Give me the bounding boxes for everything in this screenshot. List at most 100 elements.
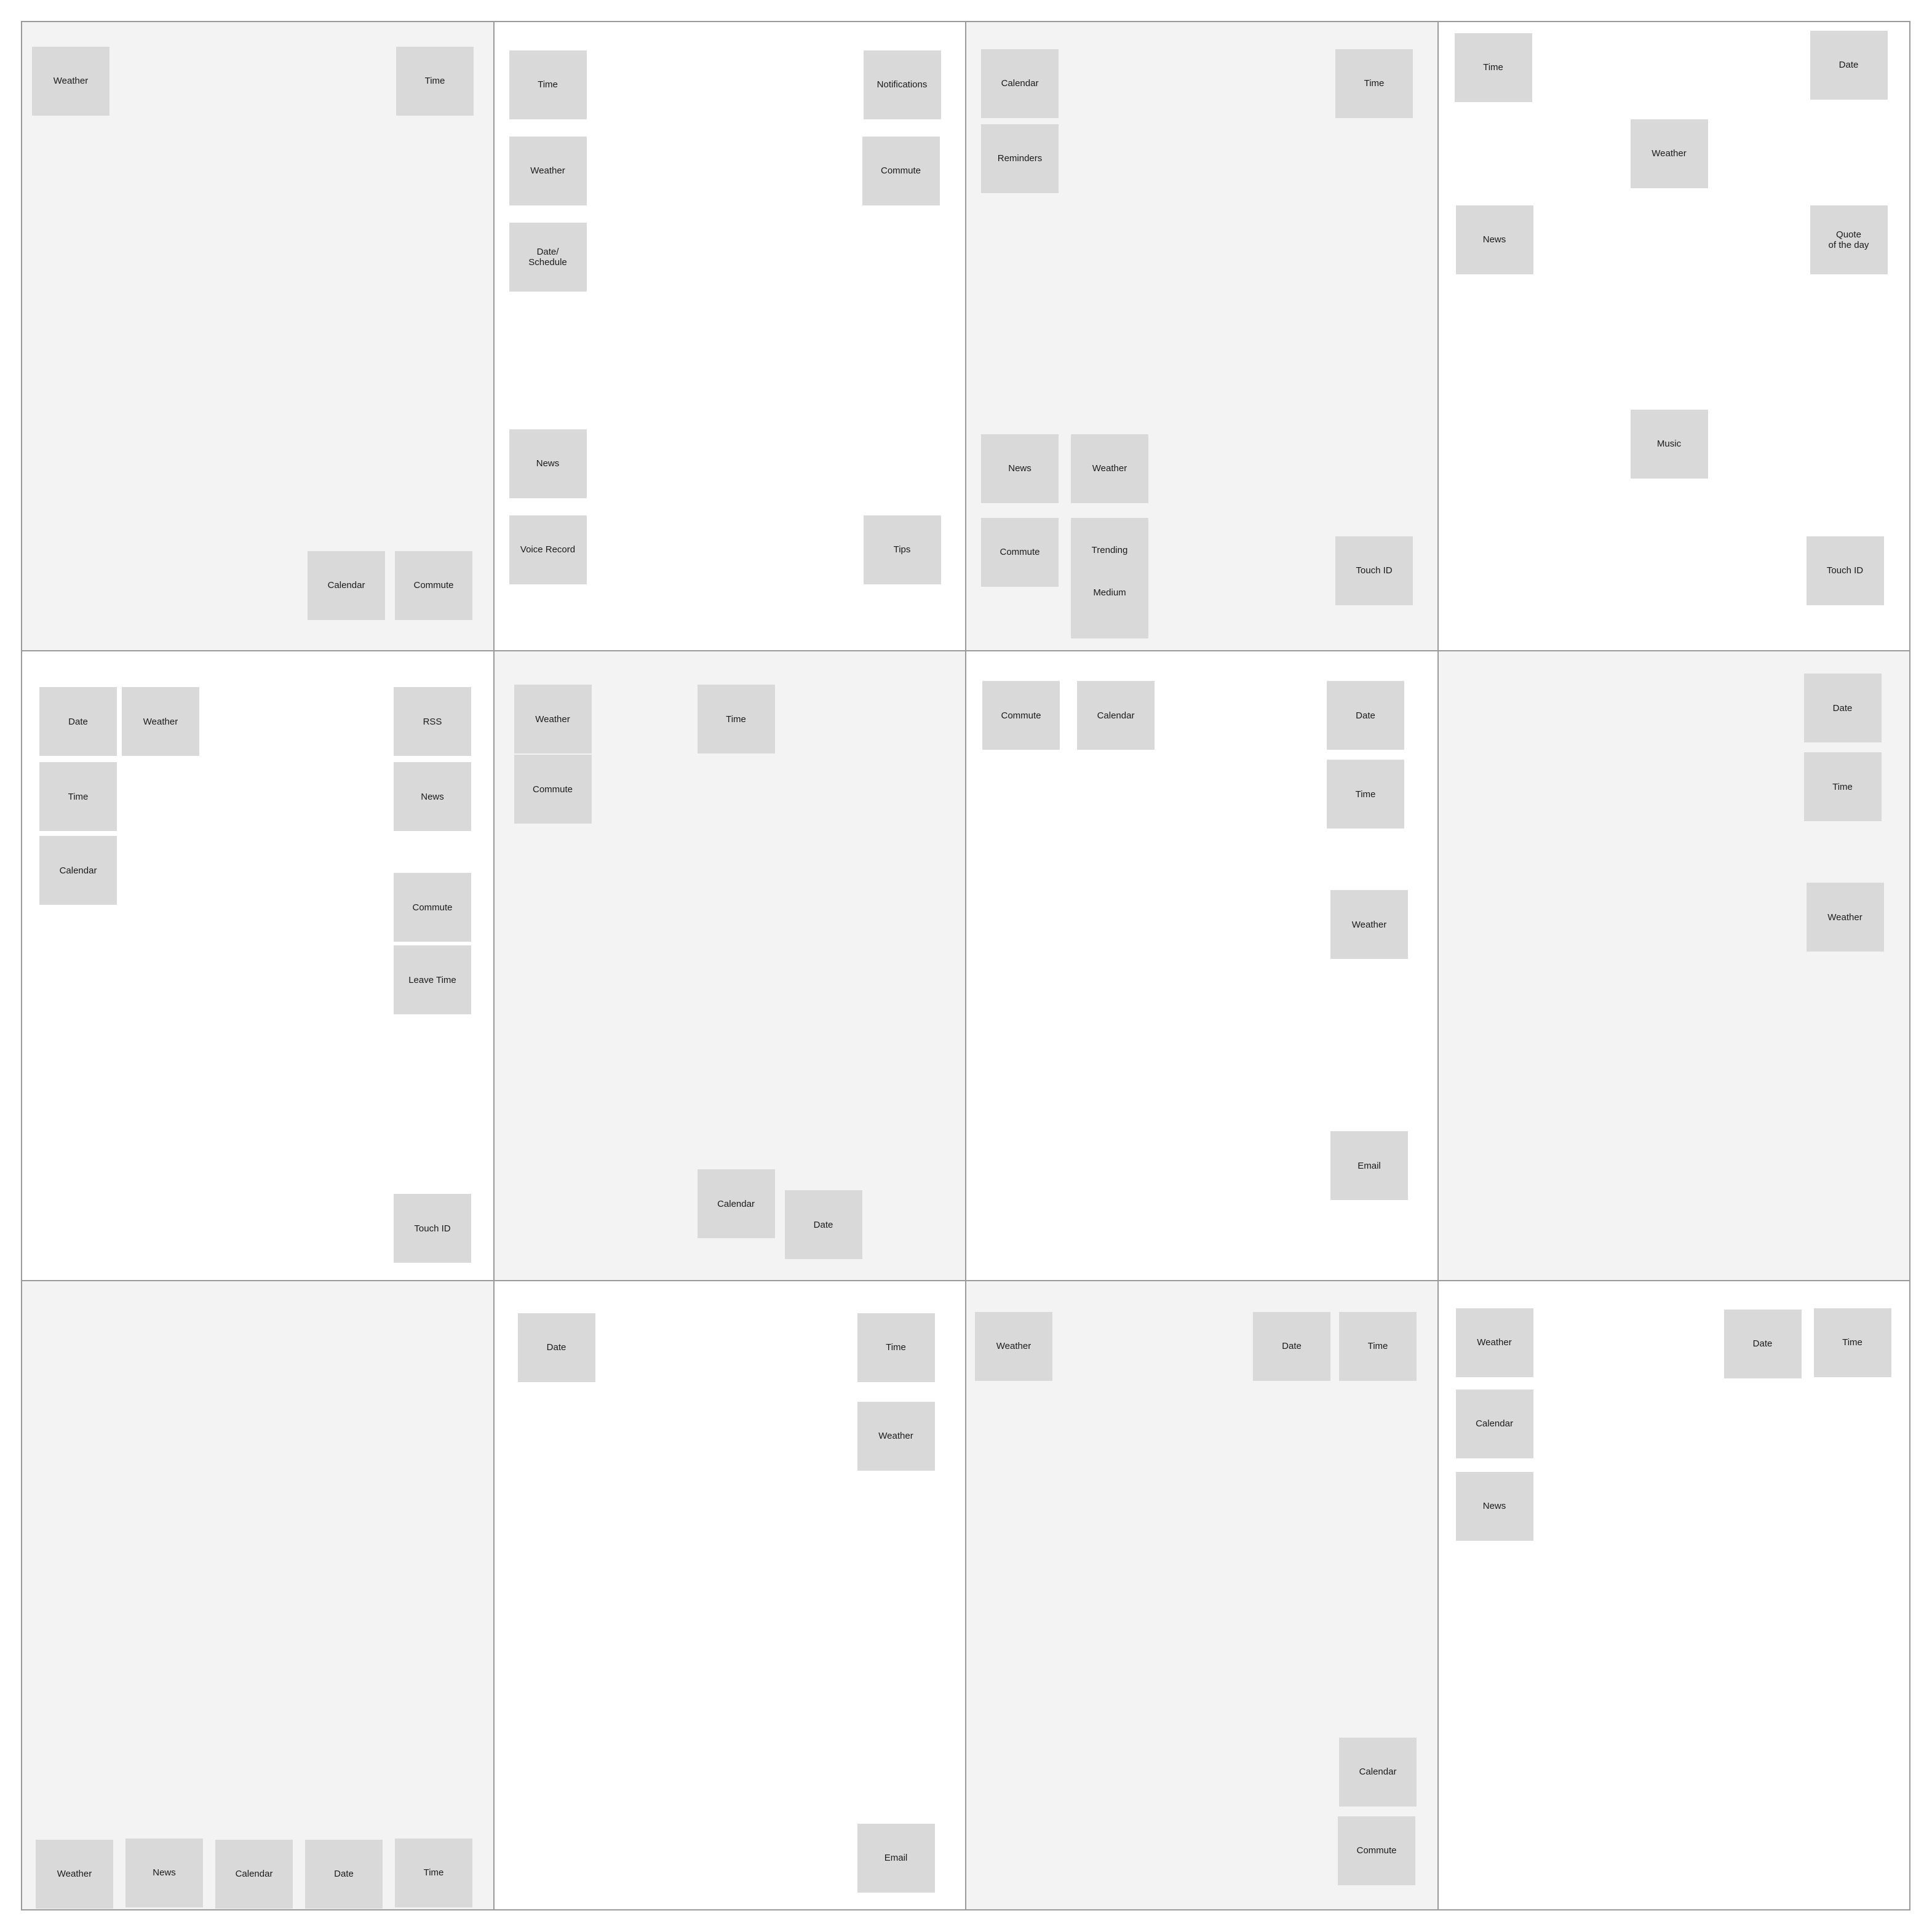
widget-placeholder: Trending Medium (1071, 518, 1148, 638)
widget-placeholder: Date (1253, 1311, 1330, 1381)
layout-panel: Time Date Weather News Quote of the day Music… (1438, 22, 1910, 652)
widget-label: Date (68, 716, 88, 727)
widget-placeholder: Commute (395, 551, 472, 620)
widget-label: Calendar (59, 865, 97, 876)
widget-label: Time (1355, 789, 1376, 800)
widget-placeholder: Touch ID (1806, 536, 1884, 605)
widget-label: Commute (1356, 1845, 1397, 1856)
widget-label: Trending (1091, 545, 1128, 555)
widget-placeholder: Calendar (39, 836, 117, 905)
widget-placeholder: Commute (1338, 1816, 1415, 1885)
layout-panel: Weather News Calendar Date Time (22, 1281, 495, 1910)
widget-placeholder: Weather (1071, 434, 1148, 503)
widget-label: Date (1839, 60, 1859, 71)
widget-placeholder: Time (39, 762, 117, 832)
widget-placeholder: Music (1630, 410, 1708, 479)
layout-panel: Date Time Weather Email (494, 1281, 966, 1910)
widget-placeholder: Commute (982, 681, 1060, 750)
widget-label: Email (1358, 1160, 1381, 1171)
widget-label: Time (726, 714, 746, 725)
widget-placeholder: Weather (1330, 890, 1408, 960)
widget-placeholder: Weather (1806, 883, 1884, 952)
widget-label: Music (1656, 439, 1682, 450)
widget-label: Weather (1652, 148, 1687, 159)
layout-panel: Weather Date Time Calendar Commute (966, 1281, 1439, 1910)
widget-label: Date (1282, 1341, 1302, 1352)
layout-panel: Weather Date Time Calendar News (1438, 1281, 1910, 1910)
widget-placeholder: Time (857, 1313, 935, 1382)
widget-placeholder: Date (784, 1190, 862, 1260)
widget-placeholder: Voice Record (509, 515, 587, 584)
widget-label: Time (1832, 781, 1853, 792)
widget-placeholder: Date (517, 1313, 595, 1382)
widget-label: Touch ID (1826, 565, 1864, 576)
layout-sketch-board: Weather Time Calendar Commute Time Notificati… (21, 21, 1910, 1910)
widget-label: Quote of the day (1828, 229, 1869, 250)
widget-label: Calendar (1359, 1767, 1397, 1778)
widget-placeholder: Weather (32, 47, 109, 116)
widget-label: Calendar (235, 1869, 273, 1880)
widget-placeholder: Weather (975, 1311, 1052, 1381)
widget-label: Date (1356, 710, 1375, 721)
widget-label: Weather (57, 1869, 92, 1880)
widget-label: News (153, 1867, 176, 1878)
widget-placeholder: Commute (981, 518, 1059, 587)
widget-label: Time (424, 76, 445, 87)
widget-label: Commute (1000, 547, 1040, 558)
widget-label: News (1008, 463, 1032, 474)
widget-placeholder: Time (509, 50, 587, 119)
widget-placeholder: Date/ Schedule (509, 223, 587, 292)
widget-label: Weather (1827, 912, 1862, 923)
widget-placeholder: Weather (514, 685, 592, 754)
widget-placeholder: Email (1330, 1131, 1408, 1201)
widget-label: Touch ID (1356, 565, 1393, 576)
widget-placeholder: Commute (394, 873, 471, 942)
widget-placeholder: Calendar (308, 551, 385, 620)
widget-label: Touch ID (414, 1223, 451, 1234)
widget-label: Calendar (1097, 710, 1135, 721)
widget-placeholder: Time (395, 1838, 472, 1907)
widget-placeholder: Time (1339, 1311, 1417, 1381)
widget-label: Calendar (717, 1198, 755, 1209)
widget-placeholder: News (1455, 205, 1533, 274)
widget-placeholder: Leave Time (394, 945, 471, 1015)
widget-placeholder: RSS (394, 687, 471, 757)
widget-label: Date (1832, 702, 1853, 714)
widget-placeholder: Calendar (1339, 1737, 1417, 1807)
widget-label: Medium (1093, 587, 1126, 598)
widget-label: Weather (530, 165, 565, 177)
widget-label: Weather (143, 716, 178, 727)
widget-placeholder: Email (857, 1823, 935, 1893)
widget-placeholder: Time (1327, 760, 1404, 829)
widget-label: Reminders (997, 153, 1043, 164)
widget-placeholder: Date (1723, 1309, 1802, 1378)
layout-panel: Weather Time Commute Calendar Date (494, 651, 966, 1281)
widget-label: Date (1752, 1338, 1773, 1350)
widget-label: Calendar (1476, 1418, 1513, 1429)
widget-label: Commute (412, 902, 453, 913)
widget-placeholder: Weather (122, 687, 199, 757)
widget-label: Email (884, 1853, 908, 1864)
widget-placeholder: Date (1327, 681, 1404, 750)
widget-label: Calendar (1001, 78, 1039, 89)
widget-placeholder: Time (1335, 49, 1413, 118)
layout-panel: Date Weather RSS Time News Calendar Commute Lea… (22, 651, 495, 1281)
widget-placeholder: Commute (514, 755, 592, 824)
widget-placeholder: Tips (863, 515, 941, 584)
widget-placeholder: Calendar (1077, 681, 1155, 750)
widget-label: Time (538, 79, 558, 90)
widget-label: Time (1842, 1337, 1862, 1348)
widget-label: Commute (880, 165, 921, 177)
widget-placeholder: Calendar (697, 1169, 775, 1239)
layout-panel: Time Notifications Weather Commute Date/ Sch… (494, 22, 966, 652)
widget-label: News (1482, 234, 1506, 245)
widget-placeholder: News (981, 434, 1059, 503)
widget-label: Date (546, 1342, 566, 1353)
widget-label: Commute (413, 580, 454, 591)
widget-label: Time (886, 1342, 906, 1353)
widget-placeholder: Touch ID (1335, 536, 1413, 605)
widget-label: Weather (53, 76, 89, 87)
widget-label: News (1482, 1501, 1506, 1512)
widget-placeholder: Date (305, 1839, 383, 1909)
layout-panel: Calendar Time Reminders News Weather Commute T… (966, 22, 1439, 652)
